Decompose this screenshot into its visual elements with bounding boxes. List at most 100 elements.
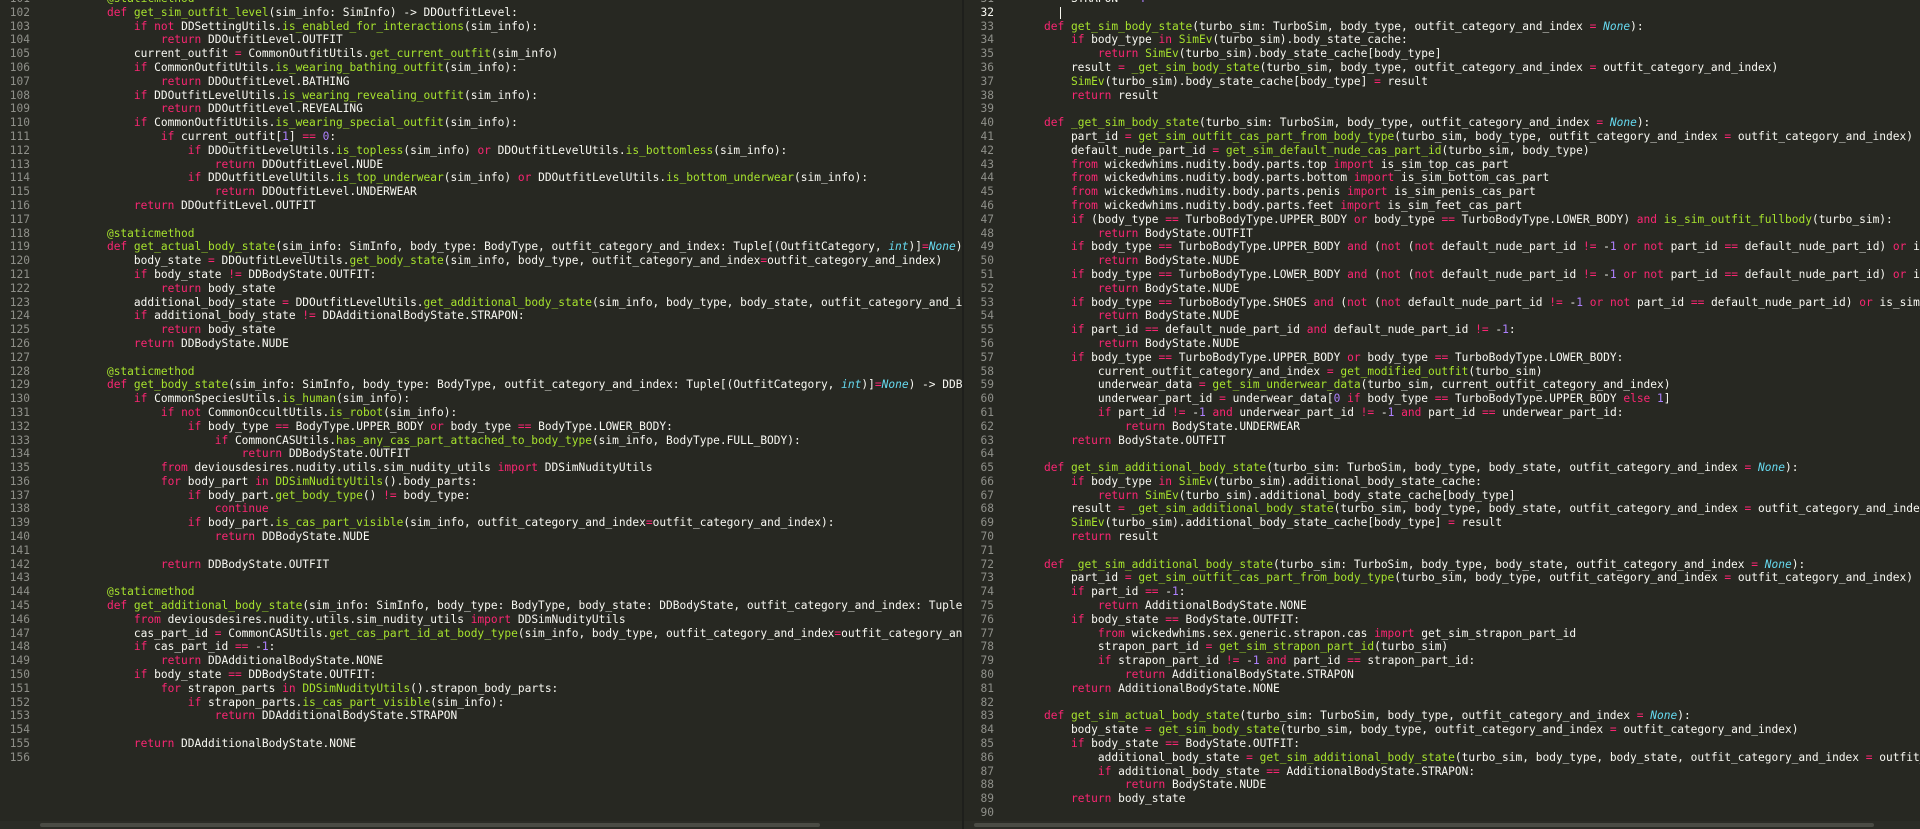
code-line[interactable]: 62 return BodyState.UNDERWEAR	[964, 420, 1920, 434]
line-text[interactable]: if body_part.is_cas_part_visible(sim_inf…	[42, 516, 835, 530]
line-text[interactable]: @staticmethod	[42, 585, 195, 599]
line-text[interactable]: return BodyState.OUTFIT	[1006, 227, 1253, 241]
code-line[interactable]: 37 SimEv(turbo_sim).body_state_cache[bod…	[964, 75, 1920, 89]
code-line[interactable]: 113 return DDOutfitLevel.NUDE	[0, 158, 962, 172]
code-line[interactable]: 35 return SimEv(turbo_sim).body_state_ca…	[964, 47, 1920, 61]
line-text[interactable]: return BodyState.NUDE	[1006, 254, 1239, 268]
line-text[interactable]: if CommonSpeciesUtils.is_human(sim_info)…	[42, 392, 410, 406]
code-line[interactable]: 54 return BodyState.NUDE	[964, 309, 1920, 323]
code-line[interactable]: 32	[964, 6, 1920, 20]
line-text[interactable]: from wickedwhims.sex.generic.strapon.cas…	[1006, 627, 1576, 641]
code-line[interactable]: 136 for body_part in DDSimNudityUtils().…	[0, 475, 962, 489]
code-line[interactable]: 150 if body_state == DDBodyState.OUTFIT:	[0, 668, 962, 682]
code-line[interactable]: 77 from wickedwhims.sex.generic.strapon.…	[964, 627, 1920, 641]
line-text[interactable]: return BodyState.UNDERWEAR	[1006, 420, 1300, 434]
code-line[interactable]: 84 body_state = get_sim_body_state(turbo…	[964, 723, 1920, 737]
line-text[interactable]: return DDOutfitLevel.BATHING	[42, 75, 350, 89]
line-text[interactable]: continue	[42, 502, 269, 516]
line-text[interactable]: if DDOutfitLevelUtils.is_top_underwear(s…	[42, 171, 868, 185]
line-text[interactable]: if not DDSettingUtils.is_enabled_for_int…	[42, 20, 538, 34]
line-text[interactable]: @staticmethod	[42, 227, 195, 241]
line-text[interactable]: if CommonOutfitUtils.is_wearing_bathing_…	[42, 61, 518, 75]
code-line[interactable]: 40 def _get_sim_body_state(turbo_sim: Tur…	[964, 116, 1920, 130]
code-line[interactable]: 151 for strapon_parts in DDSimNudityUtil…	[0, 682, 962, 696]
line-text[interactable]: if body_type == BodyType.UPPER_BODY or b…	[42, 420, 673, 434]
line-text[interactable]: return DDAdditionalBodyState.NONE	[42, 737, 356, 751]
line-text[interactable]: underwear_part_id = underwear_data[0 if …	[1006, 392, 1671, 406]
line-text[interactable]: result = _get_sim_body_state(turbo_sim, …	[1006, 61, 1778, 75]
code-line[interactable]: 45 from wickedwhims.nudity.body.parts.pe…	[964, 185, 1920, 199]
line-text[interactable]: if body_state == BodyState.OUTFIT:	[1006, 737, 1300, 751]
line-text[interactable]: return SimEv(turbo_sim).additional_body_…	[1006, 489, 1516, 503]
code-view-left[interactable]: 101 @staticmethod102 def get_sim_outfit_…	[0, 0, 962, 765]
code-line[interactable]: 50 return BodyState.NUDE	[964, 254, 1920, 268]
code-line[interactable]: 146 from deviousdesires.nudity.utils.sim…	[0, 613, 962, 627]
code-line[interactable]: 57 if body_type == TurboBodyType.UPPER_B…	[964, 351, 1920, 365]
line-text[interactable]: from wickedwhims.nudity.body.parts.penis…	[1006, 185, 1536, 199]
code-line[interactable]: 51 if body_type == TurboBodyType.LOWER_B…	[964, 268, 1920, 282]
line-text[interactable]: if not CommonOccultUtils.is_robot(sim_in…	[42, 406, 457, 420]
code-line[interactable]: 145 def get_additional_body_state(sim_in…	[0, 599, 962, 613]
code-line[interactable]: 73 part_id = get_sim_outfit_cas_part_fro…	[964, 571, 1920, 585]
line-text[interactable]: from wickedwhims.nudity.body.parts.botto…	[1006, 171, 1549, 185]
code-line[interactable]: 75 return AdditionalBodyState.NONE	[964, 599, 1920, 613]
code-line[interactable]: 106 if CommonOutfitUtils.is_wearing_bath…	[0, 61, 962, 75]
line-text[interactable]: current_outfit = CommonOutfitUtils.get_c…	[42, 47, 558, 61]
code-line[interactable]: 152 if strapon_parts.is_cas_part_visible…	[0, 696, 962, 710]
code-line[interactable]: 71	[964, 544, 1920, 558]
code-line[interactable]: 34 if body_type in SimEv(turbo_sim).body…	[964, 33, 1920, 47]
line-text[interactable]: return SimEv(turbo_sim).body_state_cache…	[1006, 47, 1442, 61]
code-line[interactable]: 132 if body_type == BodyType.UPPER_BODY …	[0, 420, 962, 434]
line-text[interactable]: SimEv(turbo_sim).body_state_cache[body_t…	[1006, 75, 1428, 89]
code-line[interactable]: 41 part_id = get_sim_outfit_cas_part_fro…	[964, 130, 1920, 144]
line-text[interactable]: if CommonOutfitUtils.is_wearing_special_…	[42, 116, 518, 130]
code-line[interactable]: 142 return DDBodyState.OUTFIT	[0, 558, 962, 572]
line-text[interactable]: cas_part_id = CommonCASUtils.get_cas_par…	[42, 627, 962, 641]
line-text[interactable]: def get_sim_body_state(turbo_sim: TurboS…	[1006, 20, 1644, 34]
code-line[interactable]: 125 return body_state	[0, 323, 962, 337]
code-line[interactable]: 74 if part_id == -1:	[964, 585, 1920, 599]
line-text[interactable]: if CommonCASUtils.has_any_cas_part_attac…	[42, 434, 801, 448]
code-line[interactable]: 104 return DDOutfitLevel.OUTFIT	[0, 33, 962, 47]
line-text[interactable]: return BodyState.NUDE	[1006, 778, 1266, 792]
code-line[interactable]: 141	[0, 544, 962, 558]
code-line[interactable]: 58 current_outfit_category_and_index = g…	[964, 365, 1920, 379]
line-text[interactable]: return DDBodyState.NUDE	[42, 530, 370, 544]
code-line[interactable]: 147 cas_part_id = CommonCASUtils.get_cas…	[0, 627, 962, 641]
line-text[interactable]: default_nude_part_id = get_sim_default_n…	[1006, 144, 1590, 158]
code-line[interactable]: 85 if body_state == BodyState.OUTFIT:	[964, 737, 1920, 751]
line-text[interactable]: if body_type == TurboBodyType.UPPER_BODY…	[1006, 240, 1920, 254]
code-line[interactable]: 80 return AdditionalBodyState.STRAPON	[964, 668, 1920, 682]
line-text[interactable]: additional_body_state = DDOutfitLevelUti…	[42, 296, 962, 310]
line-text[interactable]: result = _get_sim_additional_body_state(…	[1006, 502, 1920, 516]
line-text[interactable]: def get_sim_outfit_level(sim_info: SimIn…	[42, 6, 518, 20]
line-text[interactable]: if body_state == DDBodyState.OUTFIT:	[42, 668, 377, 682]
line-text[interactable]: additional_body_state = get_sim_addition…	[1006, 751, 1920, 765]
line-text[interactable]: def _get_sim_body_state(turbo_sim: Turbo…	[1006, 116, 1650, 130]
line-text[interactable]: from wickedwhims.nudity.body.parts.feet …	[1006, 199, 1522, 213]
code-line[interactable]: 38 return result	[964, 89, 1920, 103]
code-line[interactable]: 128 @staticmethod	[0, 365, 962, 379]
code-line[interactable]: 47 if (body_type == TurboBodyType.UPPER_…	[964, 213, 1920, 227]
code-line[interactable]: 124 if additional_body_state != DDAdditi…	[0, 309, 962, 323]
line-text[interactable]: return body_state	[1006, 792, 1186, 806]
line-text[interactable]: return AdditionalBodyState.NONE	[1006, 599, 1307, 613]
line-text[interactable]: return body_state	[42, 282, 276, 296]
code-line[interactable]: 86 additional_body_state = get_sim_addit…	[964, 751, 1920, 765]
code-line[interactable]: 122 return body_state	[0, 282, 962, 296]
code-line[interactable]: 79 if strapon_part_id != -1 and part_id …	[964, 654, 1920, 668]
code-line[interactable]: 139 if body_part.is_cas_part_visible(sim…	[0, 516, 962, 530]
line-text[interactable]: return DDAdditionalBodyState.NONE	[42, 654, 383, 668]
line-text[interactable]: if additional_body_state == AdditionalBo…	[1006, 765, 1475, 779]
code-line[interactable]: 140 return DDBodyState.NUDE	[0, 530, 962, 544]
code-line[interactable]: 72 def _get_sim_additional_body_state(tur…	[964, 558, 1920, 572]
line-text[interactable]: if strapon_parts.is_cas_part_visible(sim…	[42, 696, 505, 710]
code-line[interactable]: 119 def get_actual_body_state(sim_info: …	[0, 240, 962, 254]
line-text[interactable]: return DDBodyState.OUTFIT	[42, 447, 410, 461]
code-line[interactable]: 60 underwear_part_id = underwear_data[0 …	[964, 392, 1920, 406]
line-text[interactable]: if body_type == TurboBodyType.SHOES and …	[1006, 296, 1920, 310]
line-text[interactable]: return BodyState.NUDE	[1006, 282, 1239, 296]
code-line[interactable]: 89 return body_state	[964, 792, 1920, 806]
code-line[interactable]: 138 continue	[0, 502, 962, 516]
code-line[interactable]: 120 body_state = DDOutfitLevelUtils.get_…	[0, 254, 962, 268]
